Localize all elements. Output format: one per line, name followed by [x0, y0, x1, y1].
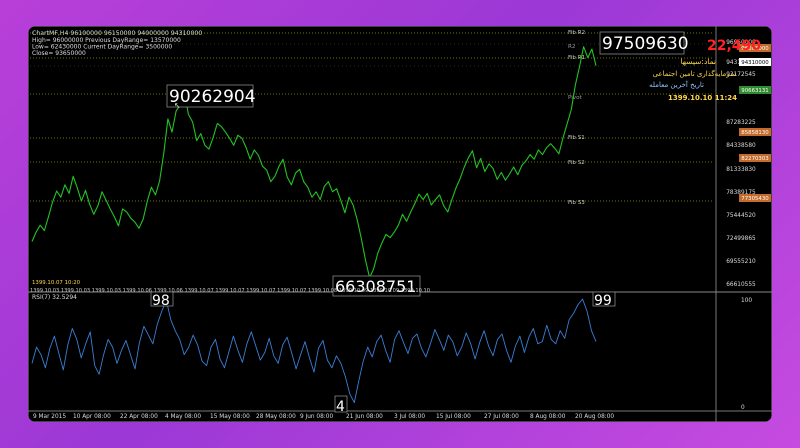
- price-tag-text: 90663131: [741, 88, 768, 94]
- symbol-label: نماد:سیسها: [680, 57, 716, 66]
- rsi-high-label: 98: [152, 293, 170, 309]
- price-tag-text: 77305430: [741, 196, 769, 202]
- price-axis-label: 72499865: [726, 236, 756, 242]
- pivot-label: Fib R1: [568, 55, 586, 61]
- time-axis-label: 8 Aug 08:00: [530, 414, 566, 420]
- chart-window: ChartMF,H4 96100000 96150000 94000000 94…: [28, 26, 772, 422]
- info-line: Close= 93650000: [32, 50, 86, 57]
- peak-label: 90262904: [169, 87, 256, 107]
- rsi-axis-label: 100: [741, 298, 752, 304]
- last-date-label: 1399.10.07 10:20: [32, 280, 81, 286]
- top-right-value: 97509630: [602, 34, 689, 54]
- time-axis-label: 9 Mar 2015: [33, 414, 66, 420]
- chart-canvas: ChartMF,H4 96100000 96150000 94000000 94…: [28, 26, 772, 422]
- price-tag-text: 82270303: [741, 156, 768, 162]
- pivot-label: Fib S2: [568, 160, 585, 166]
- rsi-peak2-label: 99: [594, 293, 612, 309]
- change-value: 22,490: [707, 38, 761, 54]
- pivot-label: Pivot: [568, 95, 583, 101]
- time-axis-label: 10 Apr 08:00: [73, 414, 111, 420]
- time-axis-label: 15 Jul 08:00: [436, 414, 471, 420]
- price-series-line: [31, 46, 597, 279]
- time-axis-label: 20 Aug 08:00: [575, 414, 614, 420]
- pivot-label: R2: [568, 44, 575, 50]
- price-axis-label: 81333830: [726, 167, 756, 173]
- chart-title: ChartMF,H4 96100000 96150000 94000000 94…: [32, 30, 202, 37]
- price-tag-text: 85858130: [741, 130, 769, 136]
- time-axis-label: 27 Jul 08:00: [484, 414, 519, 420]
- time-axis-label: 3 Jul 08:00: [394, 414, 425, 420]
- last-trade-label: تاریخ آخرین معامله: [649, 80, 704, 89]
- time-axis-label: 15 May 08:00: [210, 414, 250, 420]
- time-axis-label: 4 May 08:00: [165, 414, 201, 420]
- time-axis-label: 9 Jun 08:00: [300, 414, 333, 420]
- price-axis-label: 66610555: [726, 282, 756, 288]
- cursor-icon: ↖: [174, 101, 181, 110]
- rsi-axis-label: 0: [741, 405, 745, 411]
- pivot-label: Fib S1: [568, 135, 585, 141]
- rsi-low-label: 4: [336, 399, 345, 415]
- time-axis-label: 22 Apr 08:00: [120, 414, 158, 420]
- pivot-label: Fib R2: [568, 30, 585, 36]
- price-axis-label: 69555210: [726, 259, 756, 265]
- price-axis-label: 84338580: [726, 143, 756, 149]
- price-tag-text: 94310000: [741, 60, 769, 66]
- price-axis-label: 87283225: [726, 120, 756, 126]
- time-axis-label: 21 Jun 08:00: [346, 414, 383, 420]
- time-axis-label: 28 May 08:00: [256, 414, 296, 420]
- price-axis-label: 75444520: [726, 213, 756, 219]
- company-label: سرمایه‌گذاری تامین اجتماعی: [653, 69, 737, 78]
- rsi-series-line: [31, 298, 597, 404]
- pivot-label: Fib S3: [568, 200, 585, 206]
- last-trade-time: 1399.10.10 11:24: [668, 94, 737, 102]
- rsi-title: RSI(7) 32.5294: [32, 294, 77, 301]
- date-strip: 1399.10.03 1399.10.03 1399.10.03 1399.10…: [30, 288, 430, 294]
